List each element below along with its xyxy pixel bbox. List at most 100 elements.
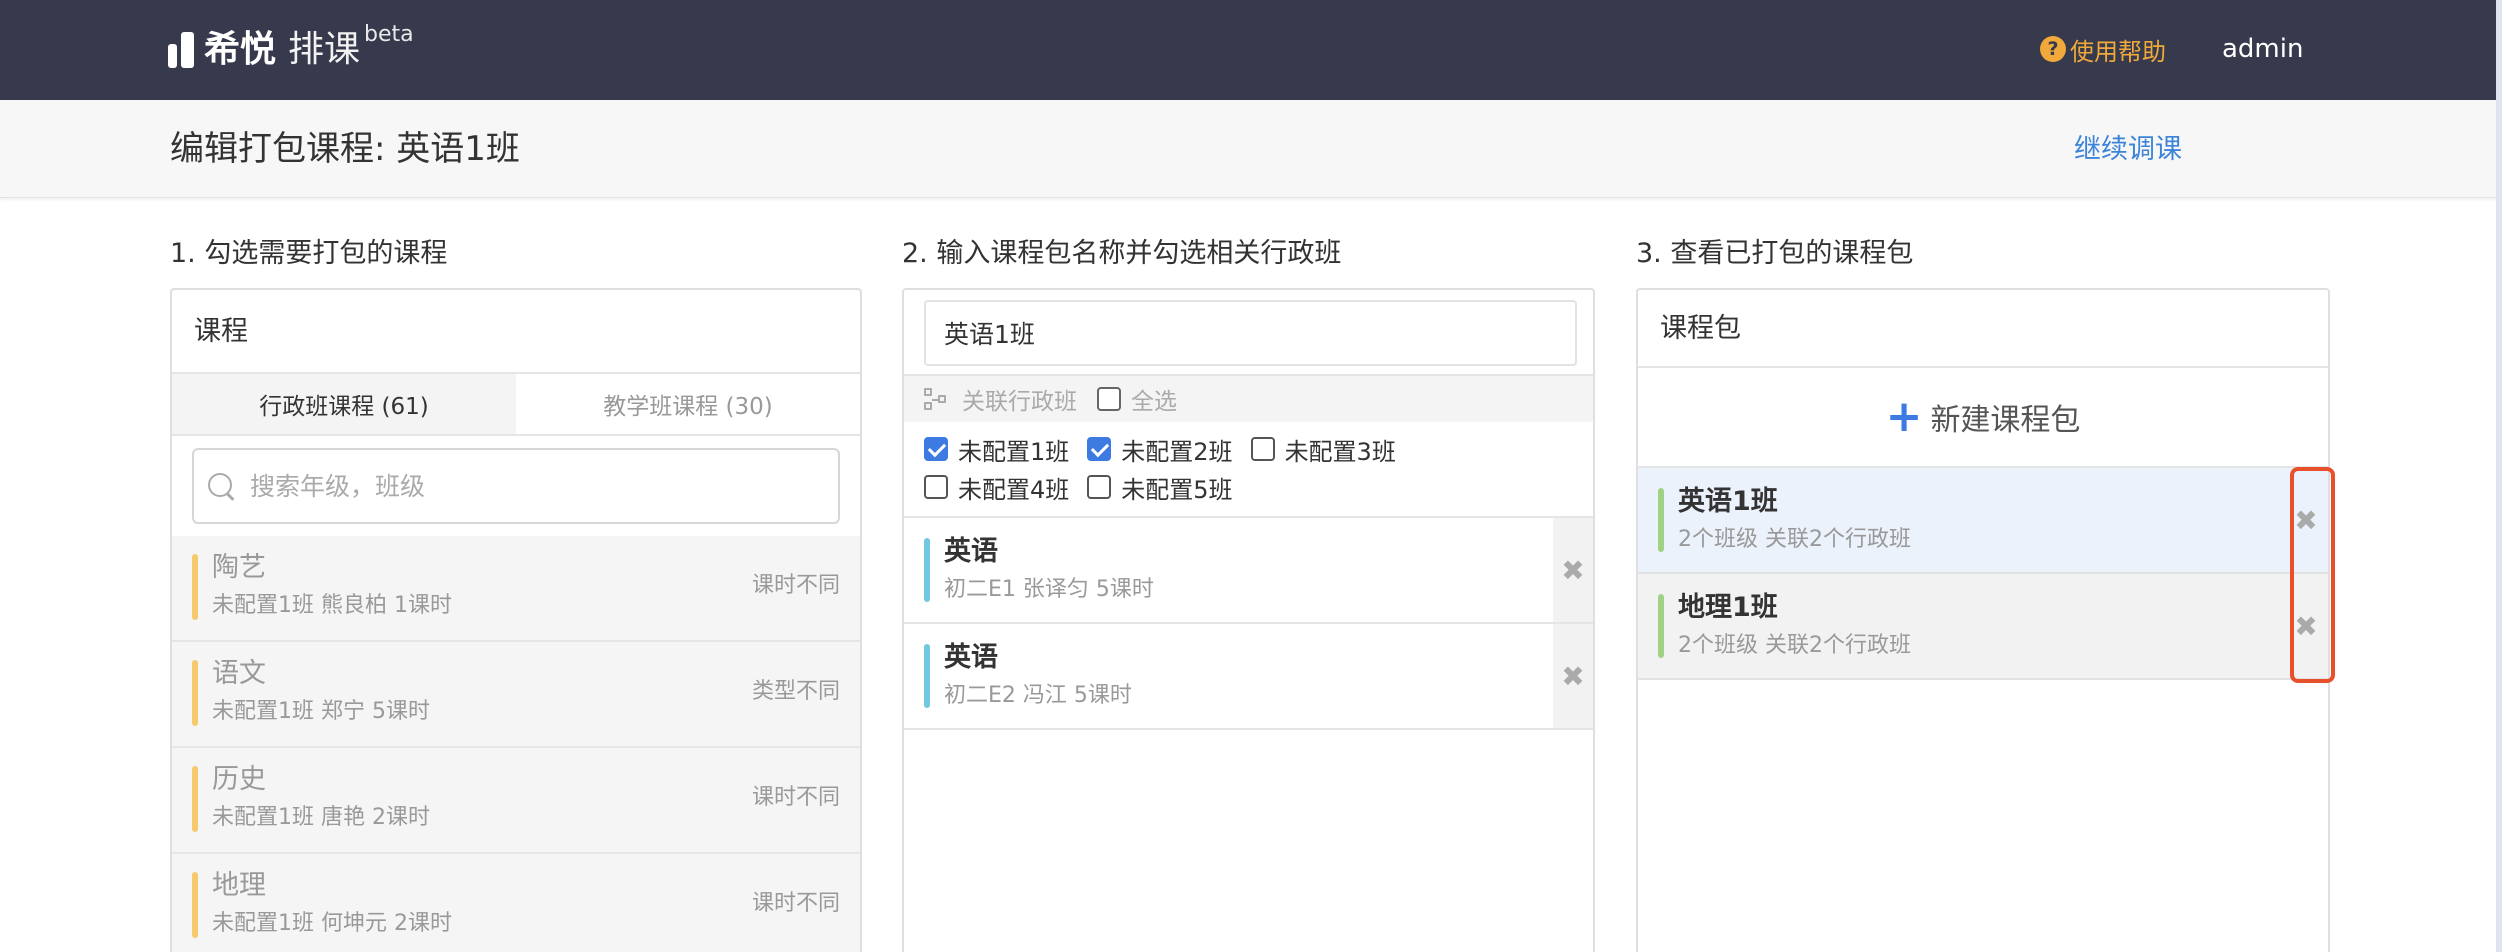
page-title: 编辑打包课程: 英语1班: [170, 129, 520, 169]
package-list-panel: 课程包 + 新建课程包 英语1班 2个班级 关联2个行政班 ✖ 地理1班 2个班…: [1636, 288, 2330, 952]
checkbox-icon: [1097, 387, 1121, 411]
close-icon: ✖: [1561, 553, 1585, 587]
page-header: 编辑打包课程: 英语1班 继续调课: [0, 100, 2502, 198]
course-color-bar: [192, 872, 198, 938]
class-checkbox[interactable]: 未配置4班: [924, 468, 1069, 506]
package-edit-panel: 关联行政班 全选 未配置1班 未配置2班 未配置3班 未配置4班 未配置5班 英…: [902, 288, 1595, 952]
course-item[interactable]: 陶艺 未配置1班 熊良柏 1课时 课时不同: [172, 536, 860, 642]
selected-course-detail: 初二E1 张译匀 5课时: [944, 577, 1154, 602]
package-color-bar: [1658, 594, 1664, 658]
linked-class-label: 关联行政班: [962, 389, 1077, 415]
linked-class-row: 关联行政班 全选: [904, 376, 1593, 422]
class-label: 未配置3班: [1284, 437, 1396, 466]
select-all-checkbox[interactable]: 全选: [1097, 382, 1177, 416]
user-menu[interactable]: admin: [2222, 30, 2303, 68]
course-item[interactable]: 语文 未配置1班 郑宁 5课时 类型不同: [172, 642, 860, 748]
delete-package-button[interactable]: ✖: [2284, 468, 2328, 572]
beta-tag: beta: [364, 22, 414, 47]
new-package-button[interactable]: + 新建课程包: [1638, 368, 2328, 468]
course-color-bar: [924, 644, 930, 708]
help-link[interactable]: ? 使用帮助: [2040, 31, 2166, 67]
class-checkbox[interactable]: 未配置5班: [1087, 468, 1233, 506]
package-name-input[interactable]: [924, 300, 1577, 366]
course-item[interactable]: 历史 未配置1班 唐艳 2课时 课时不同: [172, 748, 860, 854]
help-label: 使用帮助: [2070, 37, 2166, 66]
package-panel-title: 课程包: [1638, 290, 2328, 368]
package-name: 英语1班: [1678, 486, 1778, 517]
brand-name: 希悦: [204, 29, 277, 70]
search-input[interactable]: [250, 471, 838, 501]
course-panel-title: 课程: [172, 290, 860, 374]
tab-teaching-class-courses[interactable]: 教学班课程 (30): [516, 374, 860, 434]
top-navbar: 希悦 排课 beta ? 使用帮助 admin: [0, 0, 2502, 100]
course-color-bar: [192, 660, 198, 726]
question-circle-icon: ?: [2040, 36, 2066, 62]
course-tabs: 行政班课程 (61) 教学班课程 (30): [172, 374, 860, 436]
search-icon: [206, 471, 236, 501]
course-mismatch-note: 课时不同: [751, 573, 840, 598]
plus-icon: +: [1885, 391, 1923, 442]
course-detail: 未配置1班 郑宁 5课时: [212, 699, 430, 724]
course-color-bar: [192, 766, 198, 832]
step1-title: 1. 勾选需要打包的课程: [170, 238, 448, 269]
checkbox-icon: [1250, 437, 1275, 461]
checkbox-icon: [924, 475, 948, 499]
course-name: 陶艺: [212, 552, 266, 583]
continue-adjust-link[interactable]: 继续调课: [2074, 130, 2182, 170]
course-mismatch-note: 课时不同: [751, 891, 840, 916]
course-name: 历史: [212, 764, 266, 795]
logo-mark-icon: [168, 32, 194, 68]
course-detail: 未配置1班 唐艳 2课时: [212, 805, 430, 830]
selected-course-item: 英语 初二E1 张译匀 5课时 ✖: [904, 518, 1593, 624]
course-detail: 未配置1班 熊良柏 1课时: [212, 593, 452, 618]
tab-admin-class-courses[interactable]: 行政班课程 (61): [172, 374, 516, 434]
course-mismatch-note: 课时不同: [751, 785, 840, 810]
package-detail: 2个班级 关联2个行政班: [1678, 527, 1911, 552]
course-color-bar: [924, 538, 930, 602]
remove-course-button[interactable]: ✖: [1553, 518, 1593, 622]
class-checkbox-list: 未配置1班 未配置2班 未配置3班 未配置4班 未配置5班: [904, 422, 1593, 518]
class-checkbox[interactable]: 未配置3班: [1250, 430, 1396, 468]
search-box[interactable]: [192, 448, 840, 524]
remove-course-button[interactable]: ✖: [1553, 624, 1593, 728]
brand-product: 排课: [288, 29, 361, 70]
class-label: 未配置4班: [958, 475, 1070, 504]
close-icon: ✖: [1561, 659, 1585, 693]
window-edge: [2496, 0, 2502, 952]
selected-course-name: 英语: [944, 642, 998, 673]
package-item[interactable]: 地理1班 2个班级 关联2个行政班 ✖: [1638, 574, 2328, 680]
course-panel: 课程 行政班课程 (61) 教学班课程 (30) 陶艺 未配置1班 熊良柏 1课…: [170, 288, 862, 952]
package-name: 地理1班: [1678, 592, 1778, 623]
selected-course-name: 英语: [944, 536, 998, 567]
checkbox-icon: [1087, 475, 1112, 499]
course-name: 语文: [212, 658, 266, 689]
package-detail: 2个班级 关联2个行政班: [1678, 633, 1911, 658]
delete-package-button[interactable]: ✖: [2284, 574, 2328, 678]
app-logo[interactable]: 希悦 排课 beta: [168, 22, 414, 74]
course-mismatch-note: 类型不同: [751, 679, 840, 704]
course-name: 地理: [212, 870, 266, 901]
package-color-bar: [1658, 488, 1664, 552]
step3-title: 3. 查看已打包的课程包: [1636, 238, 1914, 269]
package-item[interactable]: 英语1班 2个班级 关联2个行政班 ✖: [1638, 468, 2328, 574]
checkbox-checked-icon: [1087, 437, 1112, 461]
select-all-label: 全选: [1131, 389, 1177, 415]
checkbox-checked-icon: [924, 437, 948, 461]
close-icon: ✖: [2294, 503, 2318, 537]
hierarchy-icon: [924, 388, 948, 410]
selected-course-detail: 初二E2 冯江 5课时: [944, 683, 1132, 708]
class-label: 未配置2班: [1121, 437, 1233, 466]
new-package-label: 新建课程包: [1930, 403, 2081, 438]
class-checkbox[interactable]: 未配置2班: [1087, 430, 1233, 468]
course-detail: 未配置1班 何坤元 2课时: [212, 911, 452, 936]
class-label: 未配置5班: [1121, 475, 1233, 504]
close-icon: ✖: [2294, 609, 2318, 643]
course-color-bar: [192, 554, 198, 620]
selected-course-item: 英语 初二E2 冯江 5课时 ✖: [904, 624, 1593, 730]
course-item[interactable]: 地理 未配置1班 何坤元 2课时 课时不同: [172, 854, 860, 952]
step2-title: 2. 输入课程包名称并勾选相关行政班: [902, 238, 1342, 269]
package-name-area: [904, 290, 1593, 376]
class-checkbox[interactable]: 未配置1班: [924, 430, 1069, 468]
class-label: 未配置1班: [958, 437, 1070, 466]
search-area: [172, 436, 860, 536]
